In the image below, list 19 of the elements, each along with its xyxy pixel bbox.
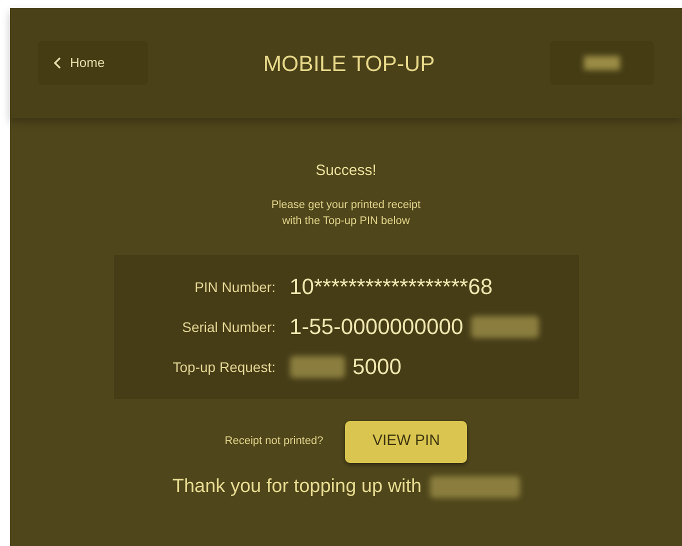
view-pin-button[interactable]: VIEW PIN [345,420,468,462]
instruction-text: Please get your printed receipt [271,198,421,212]
thank-you-text: Thank you for topping up with [172,474,422,498]
redacted-block [584,56,620,70]
receipt-prompt: Receipt not printed? [224,434,324,450]
success-title: Success! [316,161,376,181]
detail-label: Serial Number: [181,318,276,336]
instruction-text: with the Top-up PIN below [282,214,410,228]
chevron-left-icon [54,57,62,69]
detail-value: 5000 [352,352,402,380]
screen-title: MOBILE TOP-UP [263,50,435,78]
header-button[interactable] [550,41,654,85]
home-button[interactable]: Home [38,41,148,85]
detail-label: Top-up Request: [172,358,276,377]
redacted-block [290,356,344,378]
detail-label: PIN Number: [194,278,276,296]
redacted-block [471,316,540,338]
detail-value: 1-55-0000000000 [290,312,464,340]
detail-value: 10******************68 [290,272,493,300]
